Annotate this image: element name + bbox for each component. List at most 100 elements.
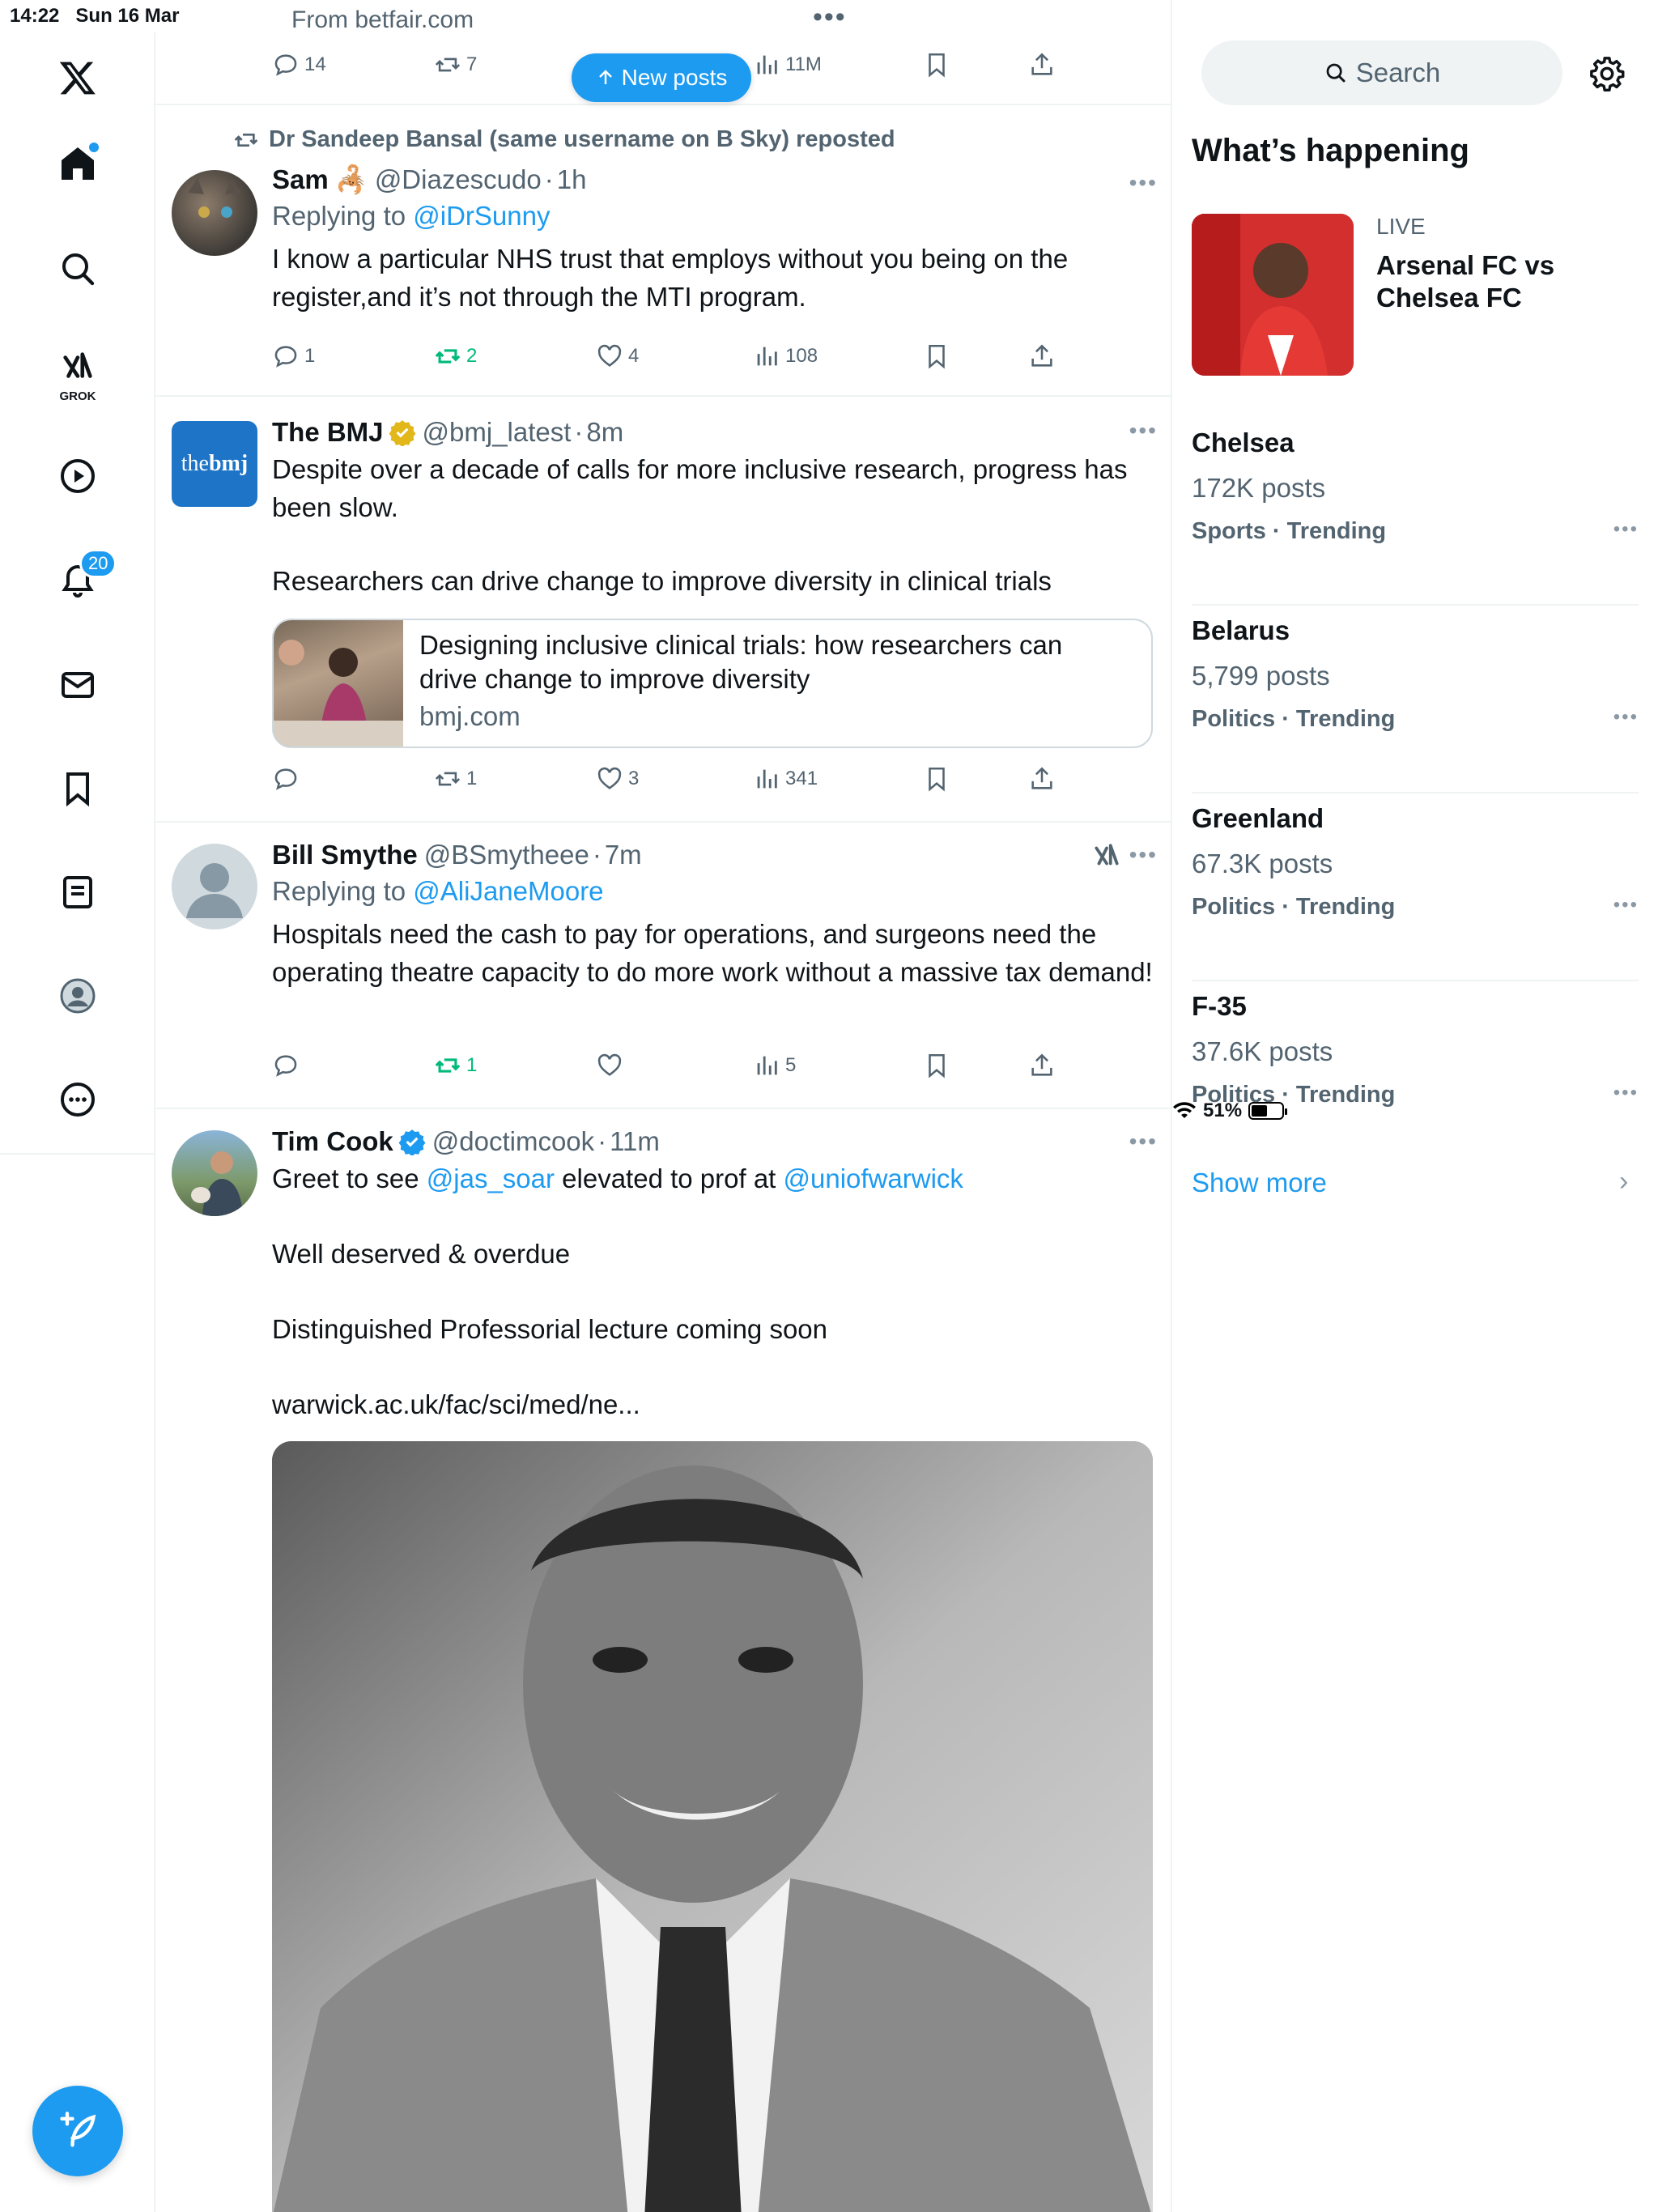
share-button[interactable] bbox=[1028, 47, 1056, 83]
post-sam[interactable]: Dr Sandeep Bansal (same username on B Sk… bbox=[155, 107, 1171, 397]
trend-item[interactable]: Chelsea 172K posts Sports · Trending ••• bbox=[1192, 428, 1639, 606]
notifications-badge: 20 bbox=[79, 549, 117, 578]
repost-button[interactable]: 7 bbox=[434, 47, 477, 83]
post-bmj[interactable]: the bmj ••• The BMJ @bmj_latest · 8m Desp… bbox=[155, 398, 1171, 823]
reply-button[interactable] bbox=[272, 761, 304, 797]
like-button[interactable]: 4 bbox=[596, 338, 639, 374]
avatar[interactable]: the bmj bbox=[172, 421, 257, 507]
like-button[interactable] bbox=[596, 1048, 628, 1083]
mention-link[interactable]: @uniofwarwick bbox=[784, 1163, 963, 1193]
author-name[interactable]: Bill Smythe bbox=[272, 837, 418, 873]
mention-link[interactable]: @jas_soar bbox=[427, 1163, 555, 1193]
post-text-part: Greet to see bbox=[272, 1163, 427, 1193]
compose-post-button[interactable] bbox=[32, 2086, 123, 2176]
link-card-thumbnail bbox=[274, 620, 403, 747]
author-name[interactable]: Tim Cook bbox=[272, 1124, 393, 1159]
share-button[interactable] bbox=[1028, 1048, 1056, 1083]
messages-mail-icon[interactable] bbox=[49, 656, 107, 714]
trend-more-button[interactable]: ••• bbox=[1613, 518, 1639, 541]
post-tim-cook[interactable]: ••• Tim Cook @doctimcook · 11m Greet to … bbox=[155, 1109, 1171, 2212]
new-posts-pill[interactable]: New posts bbox=[572, 53, 751, 102]
settings-gear-icon[interactable] bbox=[1588, 55, 1626, 92]
views-count: 11M bbox=[785, 53, 822, 75]
avatar[interactable] bbox=[172, 170, 257, 256]
whats-happening-heading: What’s happening bbox=[1192, 133, 1469, 168]
heart-icon bbox=[597, 344, 622, 367]
bookmark-button[interactable] bbox=[923, 47, 950, 83]
post-text: Greet to see @jas_soar elevated to prof … bbox=[272, 1159, 1158, 1197]
share-button[interactable] bbox=[1028, 338, 1056, 374]
post-time[interactable]: 1h bbox=[557, 162, 587, 198]
reply-icon bbox=[274, 54, 297, 76]
trend-item[interactable]: Belarus 5,799 posts Politics · Trending … bbox=[1192, 615, 1639, 793]
replying-to: Replying to @AliJaneMoore bbox=[272, 873, 1158, 910]
link-card[interactable]: Designing inclusive clinical trials: how… bbox=[272, 619, 1153, 748]
bookmark-button[interactable] bbox=[923, 338, 950, 374]
x-logo-icon[interactable] bbox=[49, 49, 107, 107]
bookmark-button[interactable] bbox=[923, 1048, 950, 1083]
home-icon[interactable] bbox=[49, 134, 107, 193]
left-nav: GROK 20 bbox=[0, 32, 155, 2212]
views-button[interactable]: 11M bbox=[753, 47, 822, 83]
post-content: The BMJ @bmj_latest · 8m Despite over a … bbox=[272, 415, 1158, 600]
time-separator: · bbox=[597, 1126, 607, 1156]
repost-attribution: Dr Sandeep Bansal (same username on B Sk… bbox=[233, 126, 895, 153]
bookmark-button[interactable] bbox=[923, 761, 950, 797]
post-photo[interactable] bbox=[272, 1441, 1153, 2212]
search-icon[interactable] bbox=[49, 240, 107, 298]
search-placeholder: Search bbox=[1355, 57, 1441, 87]
more-options-icon[interactable] bbox=[49, 1070, 107, 1129]
replying-to-link[interactable]: @iDrSunny bbox=[413, 201, 550, 231]
live-event-card[interactable]: LIVE Arsenal FC vs Chelsea FC bbox=[1192, 214, 1645, 376]
profile-icon[interactable] bbox=[49, 967, 107, 1025]
views-button[interactable]: 5 bbox=[753, 1048, 796, 1083]
post-action-bar: 1 5 bbox=[272, 1048, 1171, 1083]
show-more-link[interactable]: Show more bbox=[1192, 1168, 1327, 1198]
post-time[interactable]: 7m bbox=[605, 837, 642, 873]
share-button[interactable] bbox=[1028, 761, 1056, 797]
author-name[interactable]: Sam bbox=[272, 162, 329, 198]
post-time[interactable]: 11m bbox=[610, 1124, 660, 1159]
views-button[interactable]: 341 bbox=[753, 761, 818, 797]
top-more-dots[interactable]: ••• bbox=[813, 2, 847, 33]
author-name[interactable]: The BMJ bbox=[272, 415, 384, 450]
trend-more-button[interactable]: ••• bbox=[1613, 894, 1639, 917]
author-handle[interactable]: @Diazescudo bbox=[375, 162, 542, 198]
scorpion-emoji-icon: 🦂 bbox=[334, 164, 368, 194]
author-handle[interactable]: @bmj_latest bbox=[423, 415, 572, 450]
repost-attribution-text: Dr Sandeep Bansal (same username on B Sk… bbox=[269, 126, 895, 152]
post-url-link[interactable]: warwick.ac.uk/fac/sci/med/ne... bbox=[272, 1385, 1158, 1423]
search-input[interactable]: Search bbox=[1201, 40, 1562, 105]
trend-more-button[interactable]: ••• bbox=[1613, 1082, 1639, 1104]
notifications-bell-icon[interactable]: 20 bbox=[49, 549, 117, 610]
views-count: 5 bbox=[785, 1054, 797, 1076]
replying-prefix: Replying to bbox=[272, 201, 414, 231]
views-button[interactable]: 108 bbox=[753, 338, 818, 374]
like-button[interactable]: 3 bbox=[596, 761, 639, 797]
replying-to-link[interactable]: @AliJaneMoore bbox=[413, 876, 603, 906]
video-icon[interactable] bbox=[49, 447, 107, 505]
author-handle[interactable]: @doctimcook bbox=[432, 1124, 594, 1159]
avatar[interactable] bbox=[172, 844, 257, 929]
post-text-3: Distinguished Professorial lecture comin… bbox=[272, 1314, 828, 1344]
author-handle[interactable]: @BSmytheee bbox=[424, 837, 589, 873]
repost-button[interactable]: 2 bbox=[434, 338, 477, 374]
reply-button[interactable] bbox=[272, 1048, 304, 1083]
post-time[interactable]: 8m bbox=[586, 415, 623, 450]
avatar[interactable] bbox=[172, 1130, 257, 1216]
repost-button[interactable]: 1 bbox=[434, 1048, 477, 1083]
like-count: 3 bbox=[628, 768, 640, 789]
repost-button[interactable]: 1 bbox=[434, 761, 477, 797]
share-icon bbox=[1031, 1053, 1052, 1076]
post-bill-smythe[interactable]: ••• Bill Smythe @BSmytheee · 7m Replying… bbox=[155, 823, 1171, 1109]
lists-icon[interactable] bbox=[49, 863, 107, 921]
trend-more-button[interactable]: ••• bbox=[1613, 706, 1639, 729]
bookmark-icon bbox=[929, 344, 945, 369]
trend-item[interactable]: F-35 37.6K posts Politics · Trending ••• bbox=[1192, 991, 1639, 1169]
reply-button[interactable]: 1 bbox=[272, 338, 315, 374]
trend-category: Politics · Trending bbox=[1192, 894, 1396, 920]
bookmarks-icon[interactable] bbox=[49, 759, 107, 818]
reply-button[interactable]: 14 bbox=[272, 47, 326, 83]
trend-item[interactable]: Greenland 67.3K posts Politics · Trendin… bbox=[1192, 803, 1639, 981]
grok-icon[interactable]: GROK bbox=[49, 343, 107, 403]
